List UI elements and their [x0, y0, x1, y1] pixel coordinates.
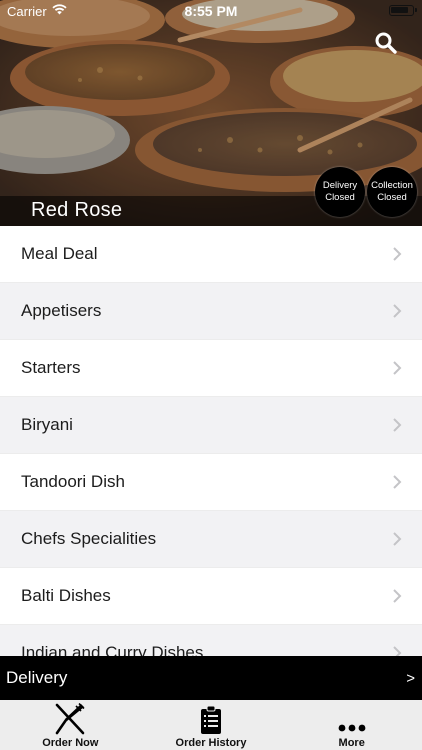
- order-mode-arrow: >: [406, 669, 415, 687]
- menu-row-label: Indian and Curry Dishes: [21, 643, 204, 656]
- tab-order-history[interactable]: Order History: [141, 700, 282, 750]
- order-mode-bar[interactable]: Delivery >: [0, 656, 422, 700]
- chevron-right-icon: [393, 418, 402, 432]
- chevron-right-icon: [393, 589, 402, 603]
- tab-bar: Order Now Order History More: [0, 700, 422, 750]
- chevron-right-icon: [393, 304, 402, 318]
- menu-row-starters[interactable]: Starters: [0, 340, 422, 397]
- menu-row-balti-dishes[interactable]: Balti Dishes: [0, 568, 422, 625]
- search-icon[interactable]: [374, 31, 398, 55]
- menu-row-tandoori-dish[interactable]: Tandoori Dish: [0, 454, 422, 511]
- menu-row-label: Meal Deal: [21, 244, 98, 263]
- menu-row-label: Appetisers: [21, 301, 102, 320]
- chevron-right-icon: [393, 646, 402, 656]
- menu-row-chefs-specialities[interactable]: Chefs Specialities: [0, 511, 422, 568]
- tab-label: More: [338, 737, 365, 749]
- battery-icon: [389, 5, 417, 16]
- chevron-right-icon: [393, 475, 402, 489]
- collection-status-line2: Closed: [377, 192, 407, 203]
- menu-category-list: Meal Deal Appetisers Starters Biryani Ta…: [0, 226, 422, 656]
- delivery-status-line1: Delivery: [322, 180, 358, 191]
- menu-row-label: Chefs Specialities: [21, 529, 157, 548]
- status-bar: Carrier 8:55 PM: [0, 0, 422, 22]
- tab-label: Order Now: [42, 737, 99, 749]
- tab-label: Order History: [175, 737, 247, 749]
- menu-row-indian-and-curry-dishes[interactable]: Indian and Curry Dishes: [0, 625, 422, 656]
- fork-knife-icon: [56, 703, 85, 735]
- clipboard-icon: [201, 705, 221, 734]
- chevron-right-icon: [393, 532, 402, 546]
- order-mode-label: Delivery: [6, 668, 68, 687]
- menu-row-label: Balti Dishes: [21, 586, 111, 605]
- chevron-right-icon: [393, 247, 402, 261]
- delivery-status-line2: Closed: [325, 192, 355, 203]
- menu-row-label: Tandoori Dish: [21, 472, 125, 491]
- more-dots-icon: [338, 724, 366, 732]
- menu-row-label: Biryani: [21, 415, 73, 434]
- tab-order-now[interactable]: Order Now: [0, 700, 141, 750]
- hero-banner: Carrier 8:55 PM Red Rose Delivery Closed…: [0, 0, 422, 226]
- menu-row-meal-deal[interactable]: Meal Deal: [0, 226, 422, 283]
- menu-row-biryani[interactable]: Biryani: [0, 397, 422, 454]
- delivery-status-badge: Delivery Closed: [315, 167, 365, 217]
- menu-row-appetisers[interactable]: Appetisers: [0, 283, 422, 340]
- clock: 8:55 PM: [184, 3, 238, 19]
- restaurant-name: Red Rose: [31, 199, 123, 221]
- menu-row-label: Starters: [21, 358, 81, 377]
- chevron-right-icon: [393, 361, 402, 375]
- tab-more[interactable]: More: [281, 700, 422, 750]
- collection-status-line1: Collection: [371, 180, 413, 191]
- collection-status-badge: Collection Closed: [367, 167, 417, 217]
